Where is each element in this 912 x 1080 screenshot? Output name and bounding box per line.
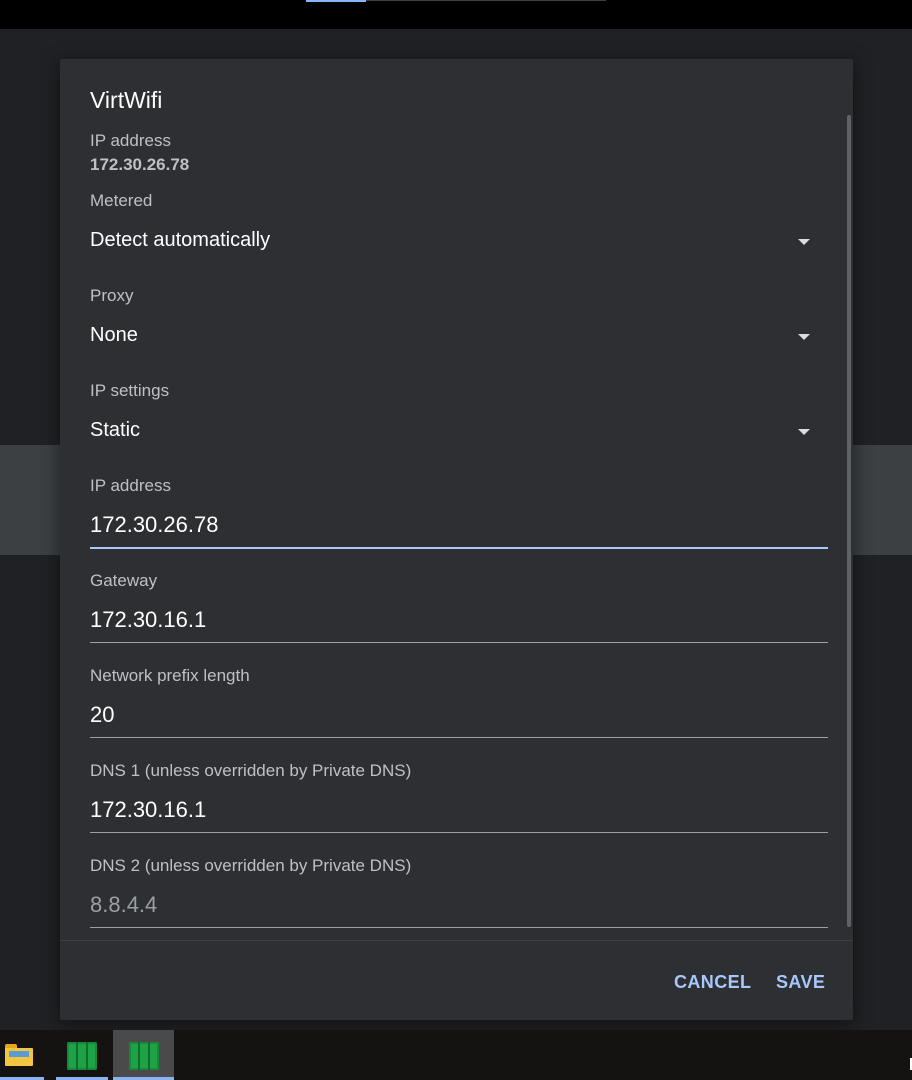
footer-divider [60,940,853,941]
dns2-label: DNS 2 (unless overridden by Private DNS) [90,856,412,875]
dropdown-arrow-icon [798,429,810,435]
cancel-button[interactable]: CANCEL [674,968,751,996]
metered-select[interactable]: Detect automatically [90,221,828,261]
taskbar [0,1030,912,1080]
proxy-select[interactable]: None [90,316,828,356]
dialog-scrollbar[interactable] [847,115,851,927]
save-button[interactable]: SAVE [776,968,825,996]
taskbar-item-app-2[interactable] [113,1030,174,1080]
ip-address-field [90,505,828,549]
taskbar-item-file-explorer[interactable] [0,1030,44,1080]
ip-settings-label: IP settings [90,381,170,400]
gateway-label: Gateway [90,571,158,590]
info-ip-value: 172.30.26.78 [90,155,190,174]
gateway-input[interactable] [90,600,828,640]
dropdown-arrow-icon [798,334,810,340]
dns2-input[interactable] [90,885,828,925]
file-explorer-icon [5,1044,33,1066]
metered-label: Metered [90,191,153,210]
prefix-length-label: Network prefix length [90,666,250,685]
proxy-value: None [90,324,138,346]
taskbar-item-app-1[interactable] [56,1030,108,1080]
ip-address-input[interactable] [90,505,828,545]
ip-settings-select[interactable]: Static [90,411,828,451]
top-bar [0,0,912,29]
dns2-field [90,885,828,928]
dialog-title: VirtWifi [90,87,163,113]
network-details-dialog: VirtWifi IP address 172.30.26.78 Metered… [60,59,853,1020]
ip-address-label: IP address [90,476,171,495]
gateway-field [90,600,828,643]
prefix-length-field [90,695,828,738]
metered-value: Detect automatically [90,229,271,251]
app-cube-icon [129,1042,159,1070]
prefix-length-input[interactable] [90,695,828,735]
dns1-field [90,790,828,833]
proxy-label: Proxy [90,286,134,305]
app-cube-icon [67,1042,97,1070]
dns1-input[interactable] [90,790,828,830]
top-bar-indicator [306,0,366,2]
dns1-label: DNS 1 (unless overridden by Private DNS) [90,761,412,780]
dropdown-arrow-icon [798,239,810,245]
info-ip-label: IP address [90,131,171,150]
ip-settings-value: Static [90,419,141,441]
